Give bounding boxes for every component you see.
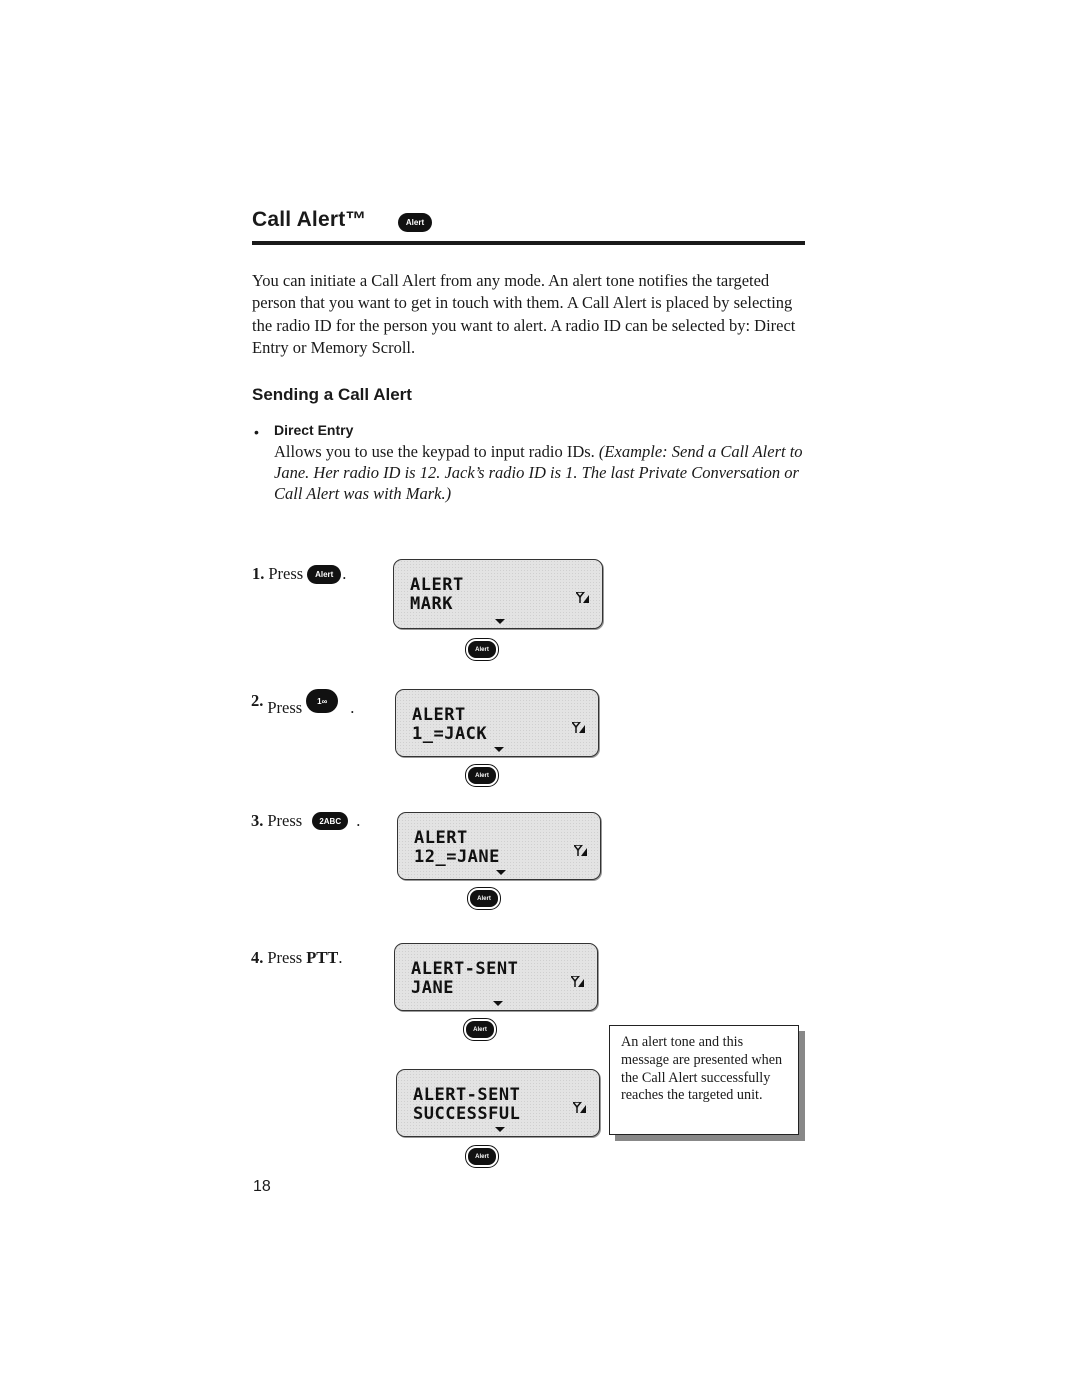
key-2-icon: 2ABC [312, 812, 349, 830]
ptt-key-label: PTT [306, 948, 339, 967]
alert-key-icon: Alert [307, 564, 342, 584]
scroll-down-arrow-icon [495, 619, 505, 624]
step-number: 4. [251, 948, 264, 967]
lcd-screen: ALERT 12_=JANE [397, 812, 601, 880]
key-label: Alert [473, 1026, 487, 1033]
signal-strength-icon [571, 976, 584, 987]
key-label: Alert [477, 895, 491, 902]
lcd-line-1: ALERT-SENT [411, 959, 519, 979]
alert-key-icon: Alert [463, 1018, 497, 1041]
scroll-down-arrow-icon [493, 1001, 503, 1006]
step-verb: Press [267, 948, 303, 967]
bullet-body: Allows you to use the keypad to input ra… [274, 441, 804, 504]
step-suffix: . [342, 564, 347, 583]
bullet-label: Direct Entry [274, 422, 354, 438]
step-2: 2. Press 1∞ . [251, 684, 354, 718]
lcd-screen: ALERT 1_=JACK [395, 689, 599, 757]
alert-key-icon: Alert [465, 638, 499, 661]
callout-note: An alert tone and this message are prese… [609, 1025, 799, 1135]
bullet-icon: • [254, 424, 259, 440]
key-1-icon: 1∞ [306, 689, 339, 713]
alert-key-label: Alert [405, 218, 425, 227]
page-title: Call Alert™ [252, 208, 367, 231]
lcd-line-1: ALERT [410, 575, 464, 595]
key-label: 2ABC [319, 816, 342, 826]
step-suffix: . [356, 811, 361, 830]
signal-strength-icon [576, 592, 589, 603]
lcd-text: ALERT MARK [410, 576, 464, 614]
lcd-text: ALERT 12_=JANE [414, 829, 500, 867]
key-label: Alert [315, 569, 334, 579]
lcd-screen: ALERT-SENT SUCCESSFUL [396, 1069, 600, 1137]
signal-strength-icon [573, 1102, 586, 1113]
page-number: 18 [253, 1178, 271, 1195]
step-1: 1. Press Alert. [252, 564, 346, 584]
step-4: 4. Press PTT. [251, 948, 342, 968]
step-suffix: . [338, 948, 343, 967]
key-label: Alert [475, 772, 489, 779]
key-label: Alert [475, 1153, 489, 1160]
alert-key-icon: Alert [465, 1145, 499, 1168]
step-3: 3. Press 2ABC . [251, 811, 360, 831]
alert-key-icon: Alert [465, 764, 499, 787]
lcd-line-1: ALERT-SENT [413, 1085, 521, 1105]
lcd-text: ALERT 1_=JACK [412, 706, 487, 744]
signal-strength-icon [574, 845, 587, 856]
key-label: 1∞ [317, 696, 328, 706]
lcd-screen: ALERT MARK [393, 559, 603, 629]
step-suffix: . [350, 698, 355, 717]
step-number: 3. [251, 811, 264, 830]
step-number: 2. [251, 691, 264, 710]
key-label: Alert [475, 646, 489, 653]
scroll-down-arrow-icon [496, 870, 506, 875]
lcd-line-2: 1_=JACK [412, 724, 488, 744]
bullet-text: Allows you to use the keypad to input ra… [274, 442, 599, 461]
step-verb: Press [268, 564, 304, 583]
step-verb: Press [267, 811, 303, 830]
section-heading: Sending a Call Alert [252, 385, 412, 404]
intro-paragraph: You can initiate a Call Alert from any m… [252, 271, 796, 357]
step-number: 1. [252, 564, 265, 583]
lcd-screen: ALERT-SENT JANE [394, 943, 598, 1011]
lcd-line-2: 12_=JANE [414, 847, 500, 867]
lcd-line-1: ALERT [412, 705, 466, 725]
lcd-line-2: MARK [410, 594, 453, 614]
lcd-text: ALERT-SENT SUCCESSFUL [413, 1086, 520, 1124]
title-rule [252, 241, 805, 245]
signal-strength-icon [572, 722, 585, 733]
scroll-down-arrow-icon [495, 1127, 505, 1132]
lcd-line-2: JANE [411, 978, 454, 998]
lcd-line-1: ALERT [414, 828, 468, 848]
scroll-down-arrow-icon [494, 747, 504, 752]
step-verb: Press [267, 698, 303, 717]
alert-key-icon: Alert [398, 213, 432, 232]
lcd-line-2: SUCCESSFUL [413, 1104, 521, 1124]
lcd-text: ALERT-SENT JANE [411, 960, 518, 998]
alert-key-icon: Alert [467, 887, 501, 910]
